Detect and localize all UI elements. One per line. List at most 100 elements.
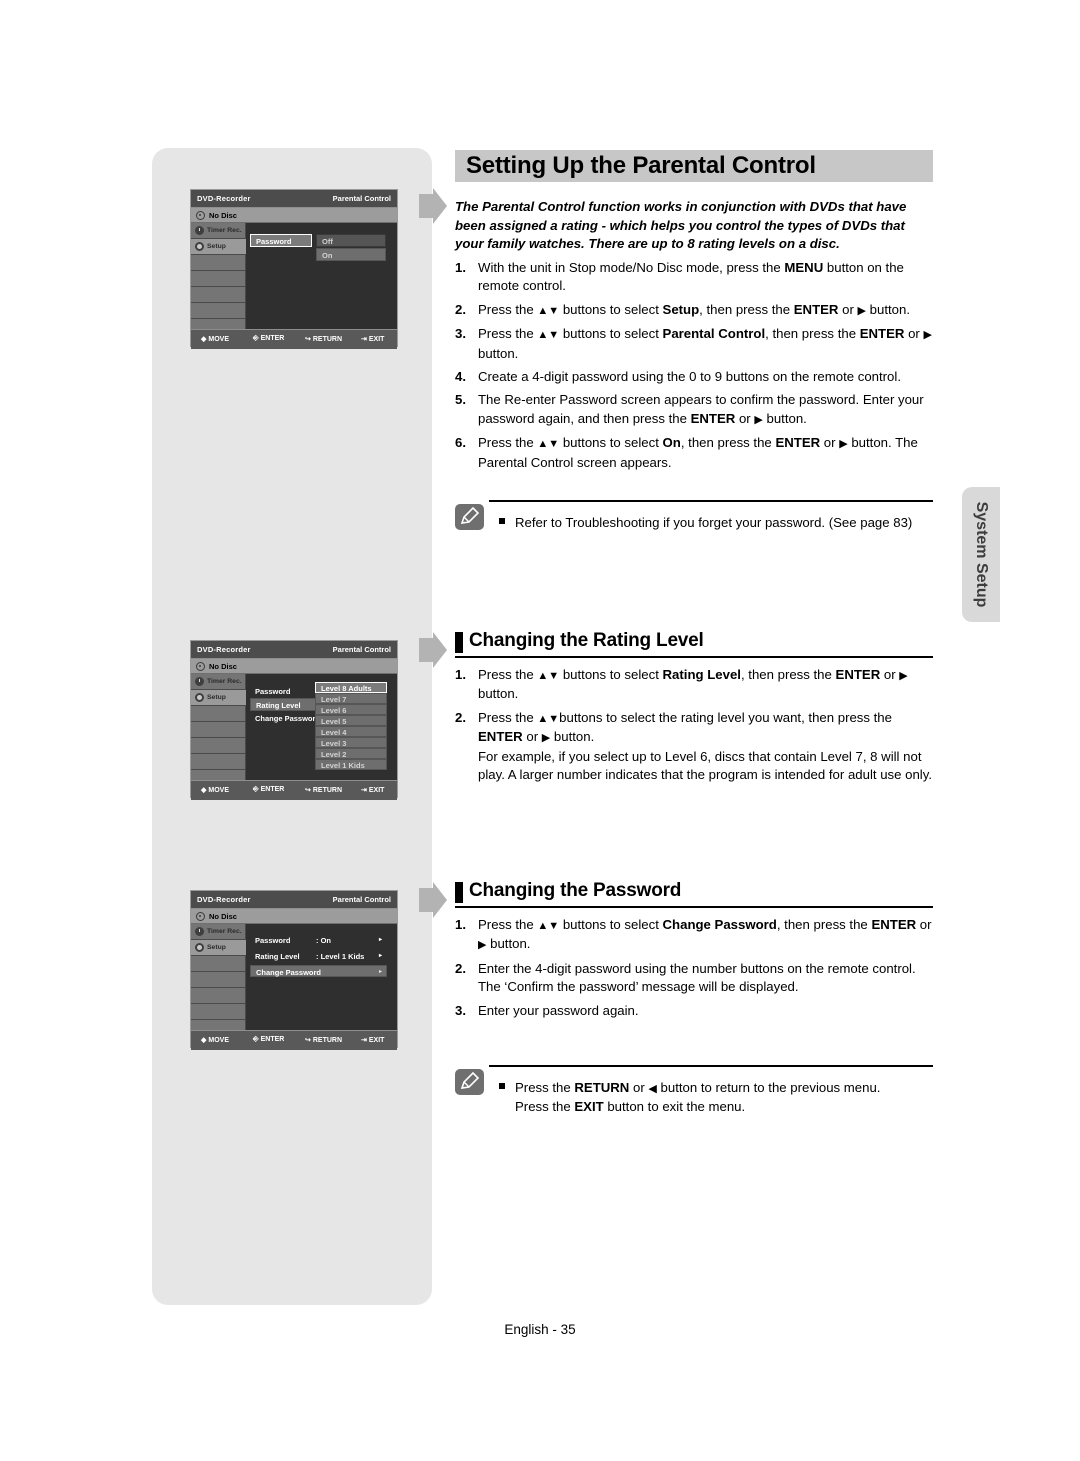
list-item: 2. Press the ▲▼buttons to select the rati… (455, 709, 935, 785)
osd-level-option[interactable]: Level 5 (315, 715, 387, 726)
osd-title-bar: DVD-Recorder Parental Control (191, 190, 397, 208)
osd-main-pane: Password Off On (246, 223, 397, 329)
osd-row-change-password[interactable]: Change Password ▸ (250, 965, 387, 977)
osd-main-pane: Password : On ▸ Rating Level : Level 1 K… (246, 924, 397, 1030)
note-text: Refer to Troubleshooting if you forget y… (515, 515, 913, 530)
note-text-block: Refer to Troubleshooting if you forget y… (499, 514, 933, 532)
pointer-arrow-icon (419, 632, 447, 668)
osd-body: Timer Rec. Setup Password Off On (191, 223, 397, 335)
dpad-icon: ◆ (201, 1037, 207, 1044)
osd-row-value-password: : On (316, 936, 331, 945)
osd-option-label: Off (322, 237, 333, 247)
osd-level-label: Level 3 (321, 739, 347, 749)
step-number: 1. (455, 917, 466, 932)
osd-level-label: Level 1 Kids (321, 761, 365, 771)
disc-icon (196, 211, 205, 220)
osd-level-label: Level 7 (321, 695, 347, 705)
step-text: Enter your password again. (478, 1002, 639, 1018)
osd-menu-label: Password (256, 237, 292, 247)
list-item: 6. Press the ▲▼ buttons to select On, the… (455, 434, 935, 472)
step-text: The Re-enter Password screen appears to … (478, 392, 924, 426)
list-item: 2. Press the ▲▼ buttons to select Setup, … (455, 301, 935, 320)
pointer-arrow-icon (419, 188, 447, 224)
timer-rec-icon (195, 927, 204, 936)
osd-device-label: DVD-Recorder (197, 645, 251, 654)
osd-screen-label: Parental Control (332, 645, 391, 654)
osd-title-bar: DVD-Recorder Parental Control (191, 891, 397, 909)
osd-level-option[interactable]: Level 2 (315, 748, 387, 759)
osd-menu-item-rating-level[interactable]: Rating Level (250, 698, 324, 711)
osd-no-disc-row: No Disc (191, 208, 397, 223)
list-item: 2. Enter the 4-digit password using the n… (455, 960, 935, 997)
osd-sidebar-item-blank (191, 738, 246, 754)
osd-footer-enter: ⎆ ENTER (253, 786, 285, 793)
osd-sidebar-item-blank (191, 722, 246, 738)
list-item: 3. Enter your password again. (455, 1002, 935, 1020)
osd-menu-item-password[interactable]: Password (250, 234, 312, 247)
step-number: 6. (455, 435, 466, 451)
step-text: Press the ▲▼ buttons to select Parental … (478, 326, 932, 361)
disc-icon (196, 662, 205, 671)
step-number: 5. (455, 392, 466, 408)
pointer-arrow-icon (419, 882, 447, 918)
osd-level-label: Level 5 (321, 717, 347, 727)
osd-sidebar-item-setup[interactable]: Setup (191, 239, 246, 255)
list-item: 1. Press the ▲▼ buttons to select Change … (455, 916, 935, 955)
osd-sidebar-item-blank (191, 303, 246, 319)
osd-sidebar-item-setup[interactable]: Setup (191, 690, 246, 706)
step-number: 4. (455, 369, 466, 385)
step-number: 3. (455, 1002, 466, 1018)
osd-level-option[interactable]: Level 8 Adults (315, 682, 387, 693)
step-text: Press the ▲▼buttons to select the rating… (478, 709, 933, 783)
osd-sidebar-label: Timer Rec. (207, 927, 242, 935)
note-text-block: Press the RETURN or ◀ button to return t… (499, 1079, 933, 1117)
chevron-right-icon: ▸ (379, 937, 383, 943)
osd-row-label-rating-level[interactable]: Rating Level (255, 952, 300, 961)
enter-icon: ⎆ (253, 786, 259, 793)
osd-body: Timer Rec. Setup Password : On ▸ Rating … (191, 924, 397, 1036)
note-divider (489, 500, 933, 502)
osd-level-option[interactable]: Level 4 (315, 726, 387, 737)
osd-device-label: DVD-Recorder (197, 194, 251, 203)
osd-sidebar-label: Setup (207, 943, 226, 951)
osd-screen-label: Parental Control (332, 895, 391, 904)
osd-menu-item-password[interactable]: Password (255, 687, 290, 696)
osd-footer-enter: ⎆ ENTER (253, 335, 285, 342)
gear-icon (195, 242, 204, 251)
step-number: 3. (455, 326, 466, 342)
osd-sidebar-item-setup[interactable]: Setup (191, 940, 246, 956)
rating-steps-list: 1. Press the ▲▼ buttons to select Rating … (455, 666, 935, 789)
osd-option-on[interactable]: On (316, 248, 386, 261)
osd-level-option[interactable]: Level 7 (315, 693, 387, 704)
osd-footer-exit: ⇥ EXIT (361, 787, 385, 794)
osd-screenshot-password: DVD-Recorder Parental Control No Disc Ti… (190, 189, 398, 349)
osd-sidebar-item-blank (191, 972, 246, 988)
dpad-icon: ◆ (201, 787, 207, 794)
osd-sidebar-item-timer-rec[interactable]: Timer Rec. (191, 924, 246, 940)
osd-menu-item-change-password[interactable]: Change Passwor (255, 714, 315, 723)
enter-icon: ⎆ (253, 335, 259, 342)
osd-screen-label: Parental Control (332, 194, 391, 203)
osd-main-pane: Password Rating Level Change Passwor Lev… (246, 674, 397, 780)
gear-icon (195, 943, 204, 952)
osd-footer-bar: ◆ MOVE ⎆ ENTER ↪ RETURN ⇥ EXIT (191, 1030, 397, 1050)
osd-level-option[interactable]: Level 6 (315, 704, 387, 715)
osd-level-option[interactable]: Level 1 Kids (315, 759, 387, 770)
password-steps-list: 1. Press the ▲▼ buttons to select Change … (455, 916, 935, 1025)
heading-accent-bar (455, 882, 463, 903)
note-divider (489, 1065, 933, 1067)
list-item: 4. Create a 4-digit password using the 0 … (455, 368, 935, 386)
osd-option-off[interactable]: Off (316, 234, 386, 247)
page-footer: English - 35 (504, 1322, 576, 1337)
intro-paragraph: The Parental Control function works in c… (455, 199, 907, 252)
osd-no-disc-label: No Disc (209, 912, 237, 921)
osd-row-label-password[interactable]: Password (255, 936, 290, 945)
pencil-note-icon (455, 1069, 484, 1095)
osd-sidebar-item-timer-rec[interactable]: Timer Rec. (191, 674, 246, 690)
osd-no-disc-row: No Disc (191, 659, 397, 674)
osd-level-option[interactable]: Level 3 (315, 737, 387, 748)
timer-rec-icon (195, 677, 204, 686)
osd-footer-move: ◆ MOVE (201, 1037, 230, 1044)
osd-sidebar-label: Setup (207, 242, 226, 250)
osd-sidebar-item-timer-rec[interactable]: Timer Rec. (191, 223, 246, 239)
